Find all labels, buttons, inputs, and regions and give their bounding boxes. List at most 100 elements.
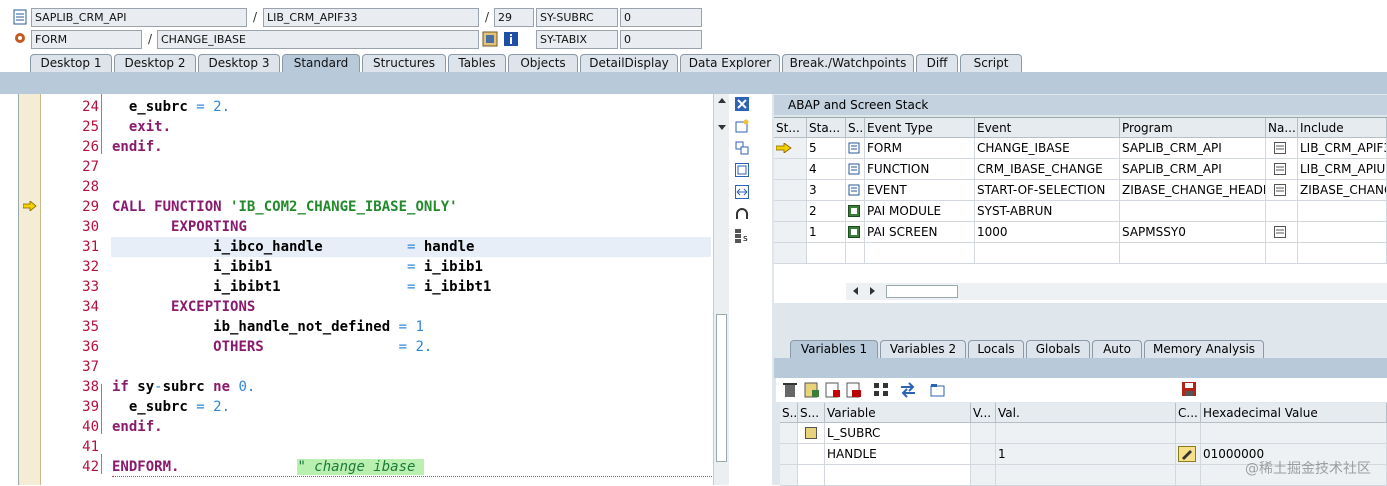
variable-value[interactable] (996, 423, 1176, 444)
stack-horizontal-scrollbar[interactable] (846, 283, 1387, 300)
desktop-tabs: Desktop 1 Desktop 2 Desktop 3 Standard S… (0, 52, 1387, 73)
col-header[interactable]: S... (780, 403, 798, 423)
tab-objects[interactable]: Objects (508, 54, 578, 73)
tab-detaildisplay[interactable]: DetailDisplay (580, 54, 678, 73)
structure-icon[interactable]: s (735, 229, 751, 246)
breakpoint-gutter[interactable] (19, 94, 41, 485)
tab-data-explorer[interactable]: Data Explorer (680, 54, 780, 73)
table-row[interactable]: 5 FORM CHANGE_IBASE SAPLIB_CRM_API LIB_C… (774, 138, 1387, 159)
col-header[interactable]: Sta... (807, 118, 846, 138)
block-name-field[interactable]: CHANGE_IBASE (157, 30, 479, 49)
navigate-icon[interactable] (482, 31, 498, 47)
sy-tabix-value[interactable]: 0 (620, 30, 702, 49)
expand-horizontal-icon[interactable] (735, 185, 749, 202)
variable-name[interactable]: L_SUBRC (825, 423, 971, 444)
current-line-arrow-icon (22, 200, 37, 214)
scroll-down-icon[interactable] (718, 125, 726, 130)
folder-icon[interactable] (930, 382, 946, 401)
variable-name[interactable]: HANDLE (825, 444, 971, 465)
line-number: 38 (82, 379, 99, 395)
include-name (1298, 222, 1387, 243)
scroll-up-icon[interactable] (718, 98, 726, 103)
fold-line (101, 384, 102, 434)
close-icon[interactable] (735, 97, 749, 114)
tab-variables-1[interactable]: Variables 1 (790, 340, 878, 359)
tab-desktop-2[interactable]: Desktop 2 (114, 54, 196, 73)
col-header[interactable]: Include (1298, 118, 1387, 138)
col-header[interactable]: Hexadecimal Value (1201, 403, 1387, 423)
tab-diff[interactable]: Diff (916, 54, 958, 73)
nav-icon[interactable] (1266, 138, 1298, 159)
info-icon[interactable] (503, 31, 519, 47)
program-field[interactable]: SAPLIB_CRM_API (31, 8, 247, 27)
edit-pencil-icon[interactable] (1176, 444, 1201, 465)
line-field[interactable]: 29 (494, 8, 534, 27)
scroll-thumb[interactable] (886, 285, 958, 298)
delete-icon[interactable] (783, 382, 797, 401)
tab-tables[interactable]: Tables (448, 54, 506, 73)
tab-globals[interactable]: Globals (1026, 340, 1090, 359)
save-icon[interactable] (1181, 381, 1197, 400)
variable-value[interactable]: 1 (996, 444, 1176, 465)
transfer-icon[interactable] (900, 382, 916, 401)
hierarchy-icon[interactable] (874, 382, 890, 401)
tab-locals[interactable]: Locals (968, 340, 1024, 359)
table-row[interactable]: 2 PAI MODULE SYST-ABRUN (774, 201, 1387, 222)
scroll-right-icon[interactable] (870, 287, 875, 295)
nav-icon[interactable] (1266, 222, 1298, 243)
nav-icon[interactable] (1266, 180, 1298, 201)
line-number: 42 (82, 459, 99, 475)
scroll-thumb[interactable] (716, 314, 727, 462)
new-tool-icon[interactable] (735, 119, 749, 136)
col-header[interactable]: C... (1176, 403, 1201, 423)
export-icon[interactable] (825, 382, 841, 401)
maximize-icon[interactable] (735, 163, 749, 180)
services-icon[interactable] (735, 207, 749, 224)
tab-standard[interactable]: Standard (282, 54, 360, 73)
watermark: @稀土掘金技术社区 (1245, 461, 1371, 477)
col-header[interactable]: S... (846, 118, 865, 138)
editor-vertical-scrollbar[interactable] (713, 94, 729, 485)
tab-desktop-3[interactable]: Desktop 3 (198, 54, 280, 73)
table-row[interactable]: 3 EVENT START-OF-SELECTION ZIBASE_CHANGE… (774, 180, 1387, 201)
col-header[interactable]: S... (798, 403, 825, 423)
col-header[interactable]: Event Type (865, 118, 975, 138)
source-editor[interactable]: 24 25 26 27 28 29 30 31 32 33 34 35 36 3… (18, 94, 731, 485)
col-header[interactable]: Val. (996, 403, 1176, 423)
include-field[interactable]: LIB_CRM_APIF33 (263, 8, 479, 27)
col-header[interactable]: V... (971, 403, 996, 423)
tab-memory-analysis[interactable]: Memory Analysis (1144, 340, 1264, 359)
tab-desktop-1[interactable]: Desktop 1 (30, 54, 112, 73)
endform-underline (112, 476, 712, 477)
sy-subrc-value[interactable]: 0 (620, 8, 702, 27)
current-row-arrow-icon (774, 138, 807, 159)
program-icon (12, 9, 28, 25)
tab-auto[interactable]: Auto (1092, 340, 1142, 359)
table-row[interactable]: 1 PAI SCREEN 1000 SAPMSSY0 (774, 222, 1387, 243)
col-header[interactable]: St... (774, 118, 807, 138)
tab-breakpoints[interactable]: Break./Watchpoints (782, 54, 914, 73)
col-header[interactable]: Program (1120, 118, 1266, 138)
event-name: SYST-ABRUN (975, 201, 1120, 222)
table-row[interactable]: L_SUBRC (780, 423, 1387, 444)
stack-level: 5 (807, 138, 846, 159)
tab-script[interactable]: Script (960, 54, 1022, 73)
col-header[interactable]: Na... (1266, 118, 1298, 138)
block-type-field[interactable]: FORM (31, 30, 142, 49)
nav-icon[interactable] (1266, 159, 1298, 180)
stack-grid[interactable]: St... Sta... S... Event Type Event Progr… (774, 117, 1387, 303)
include-name: ZIBASE_CHANGE (1298, 180, 1387, 201)
tab-variables-2[interactable]: Variables 2 (880, 340, 966, 359)
table-row[interactable]: 4 FUNCTION CRM_IBASE_CHANGE SAPLIB_CRM_A… (774, 159, 1387, 180)
col-header[interactable]: Event (975, 118, 1120, 138)
variable-hex (1201, 423, 1387, 444)
scroll-left-icon[interactable] (853, 287, 858, 295)
tab-structures[interactable]: Structures (362, 54, 446, 73)
event-type: FORM (865, 138, 975, 159)
col-header[interactable]: Variable (825, 403, 971, 423)
swap-tool-icon[interactable] (735, 141, 749, 158)
save-variables-icon[interactable] (846, 382, 862, 401)
include-name: LIB_CRM_APIF33 (1298, 138, 1387, 159)
line-number: 33 (82, 279, 99, 295)
import-icon[interactable] (804, 382, 820, 401)
